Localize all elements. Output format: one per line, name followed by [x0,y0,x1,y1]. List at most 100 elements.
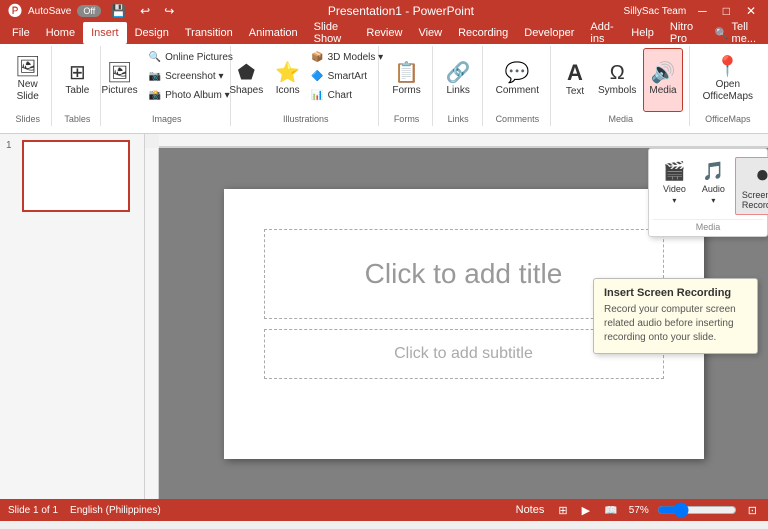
zoom-level: 57% [629,505,649,516]
media-button[interactable]: 🔊 Media [643,48,682,112]
3d-models-button[interactable]: 📦 3D Models ▾ [307,48,387,66]
links-button[interactable]: 🔗 Links [441,48,476,112]
new-slide-button[interactable]: 🖼 NewSlide [10,48,45,112]
minimize-button[interactable]: ─ [694,4,711,18]
illustrations-group-label: Illustrations [283,112,329,124]
images-col: 🔍 Online Pictures 📷 Screenshot ▾ 📸 Photo… [145,48,237,104]
slides-group-label: Slides [15,112,40,124]
redo-button[interactable]: ↪ [160,4,178,18]
shapes-label: Shapes [229,85,263,97]
officemaps-icon: 📍 [715,57,740,77]
pictures-label: Pictures [102,85,138,97]
menu-transition[interactable]: Transition [177,22,241,44]
menu-help[interactable]: Help [623,22,662,44]
screen-recording-button[interactable]: ⏺ ScreenRecording [735,157,768,215]
links-group-label: Links [448,112,469,124]
menu-slideshow[interactable]: Slide Show [306,22,359,44]
video-label: Video [663,184,686,194]
pictures-button[interactable]: 🖼 Pictures [97,48,143,112]
autosave-toggle[interactable]: Off [77,5,101,17]
photo-album-label: Photo Album ▾ [165,90,230,101]
menu-insert[interactable]: Insert [83,22,127,44]
online-pictures-label: Online Pictures [165,52,233,63]
online-pictures-button[interactable]: 🔍 Online Pictures [145,48,237,66]
links-icon: 🔗 [446,63,471,83]
audio-button[interactable]: 🎵 Audio ▾ [696,157,731,215]
normal-view-button[interactable]: ⊞ [555,504,570,517]
ribbon-group-forms: 📋 Forms Forms [381,46,432,126]
save-button[interactable]: 💾 [107,4,130,18]
chart-button[interactable]: 📊 Chart [307,86,387,104]
zoom-slider[interactable] [657,502,737,518]
shapes-icon: ⬟ [238,63,255,83]
slide-info: Slide 1 of 1 [8,505,58,516]
menu-nitro[interactable]: Nitro Pro [662,22,707,44]
menu-recording[interactable]: Recording [450,22,516,44]
powerpoint-logo-icon: 🅟 [8,1,22,21]
text-button[interactable]: A Text [559,48,591,112]
slide-thumbnail[interactable] [22,140,130,212]
app-body: 1 // ruler ticks drawn via JS below Clic… [0,134,768,499]
symbols-button[interactable]: Ω Symbols [593,48,641,112]
video-dropdown-arrow: ▾ [672,196,676,205]
smartart-label: SmartArt [328,71,367,82]
forms-icon: 📋 [394,63,419,83]
fit-slide-button[interactable]: ⊡ [745,504,760,517]
menu-design[interactable]: Design [127,22,177,44]
slide-panel: 1 [0,134,145,499]
canvas-area[interactable]: Click to add title Click to add subtitle… [159,148,768,499]
menu-review[interactable]: Review [358,22,410,44]
menu-animation[interactable]: Animation [241,22,306,44]
audio-dropdown-arrow: ▾ [711,196,715,205]
photo-album-button[interactable]: 📸 Photo Album ▾ [145,86,237,104]
forms-label: Forms [392,85,420,97]
close-button[interactable]: ✕ [742,4,760,18]
icons-button[interactable]: ⭐ Icons [270,48,305,112]
media-label: Media [649,85,676,97]
images-buttons: 🖼 Pictures 🔍 Online Pictures 📷 Screensho… [97,48,237,112]
text-icon: A [567,62,583,84]
status-bar: Slide 1 of 1 English (Philippines) Notes… [0,499,768,521]
title-bar: 🅟 AutoSave Off 💾 ↩ ↪ Presentation1 - Pow… [0,0,768,22]
shapes-button[interactable]: ⬟ Shapes [224,48,268,112]
smartart-button[interactable]: 🔷 SmartArt [307,67,387,85]
media-icon: 🔊 [651,63,676,83]
table-button[interactable]: ⊞ Table [60,48,94,112]
menu-file[interactable]: File [4,22,38,44]
audio-label: Audio [702,184,725,194]
officemaps-group-label: OfficeMaps [705,112,750,124]
menu-developer[interactable]: Developer [516,22,582,44]
screenshot-label: Screenshot ▾ [165,71,223,82]
menu-view[interactable]: View [410,22,450,44]
ribbon-group-slides: 🖼 NewSlide Slides [4,46,52,126]
language-info: English (Philippines) [70,505,161,516]
online-pictures-icon: 🔍 [149,52,161,63]
menu-home[interactable]: Home [38,22,83,44]
notes-button[interactable]: Notes [513,504,548,516]
officemaps-label: OpenOfficeMaps [703,79,753,103]
ruler-vertical [145,148,159,499]
open-officemaps-button[interactable]: 📍 OpenOfficeMaps [698,48,758,112]
reading-view-button[interactable]: 📖 [601,504,621,517]
icons-icon: ⭐ [275,63,300,83]
maximize-button[interactable]: □ [719,4,734,18]
screen-recording-icon: ⏺ [757,162,768,188]
menu-addins[interactable]: Add-ins [582,22,623,44]
comment-button[interactable]: 💬 Comment [491,48,544,112]
smartart-icon: 🔷 [311,71,323,82]
autosave-label: AutoSave [28,6,71,17]
forms-buttons: 📋 Forms [387,48,425,112]
undo-button[interactable]: ↩ [136,4,154,18]
slideshow-view-button[interactable]: ▶ [579,504,593,517]
media-group-footer: Media [653,219,763,232]
video-button[interactable]: 🎬 Video ▾ [657,157,692,215]
slide-number: 1 [6,140,18,151]
media-buttons: A Text Ω Symbols 🔊 Media [559,48,683,112]
tables-buttons: ⊞ Table [60,48,94,112]
video-icon: 🎬 [663,161,685,182]
title-bar-right: SillySac Team ─ □ ✕ [624,4,760,18]
forms-button[interactable]: 📋 Forms [387,48,425,112]
tooltip-title: Insert Screen Recording [604,287,747,299]
menu-tellme[interactable]: 🔍 Tell me... [707,22,764,44]
screenshot-button[interactable]: 📷 Screenshot ▾ [145,67,237,85]
